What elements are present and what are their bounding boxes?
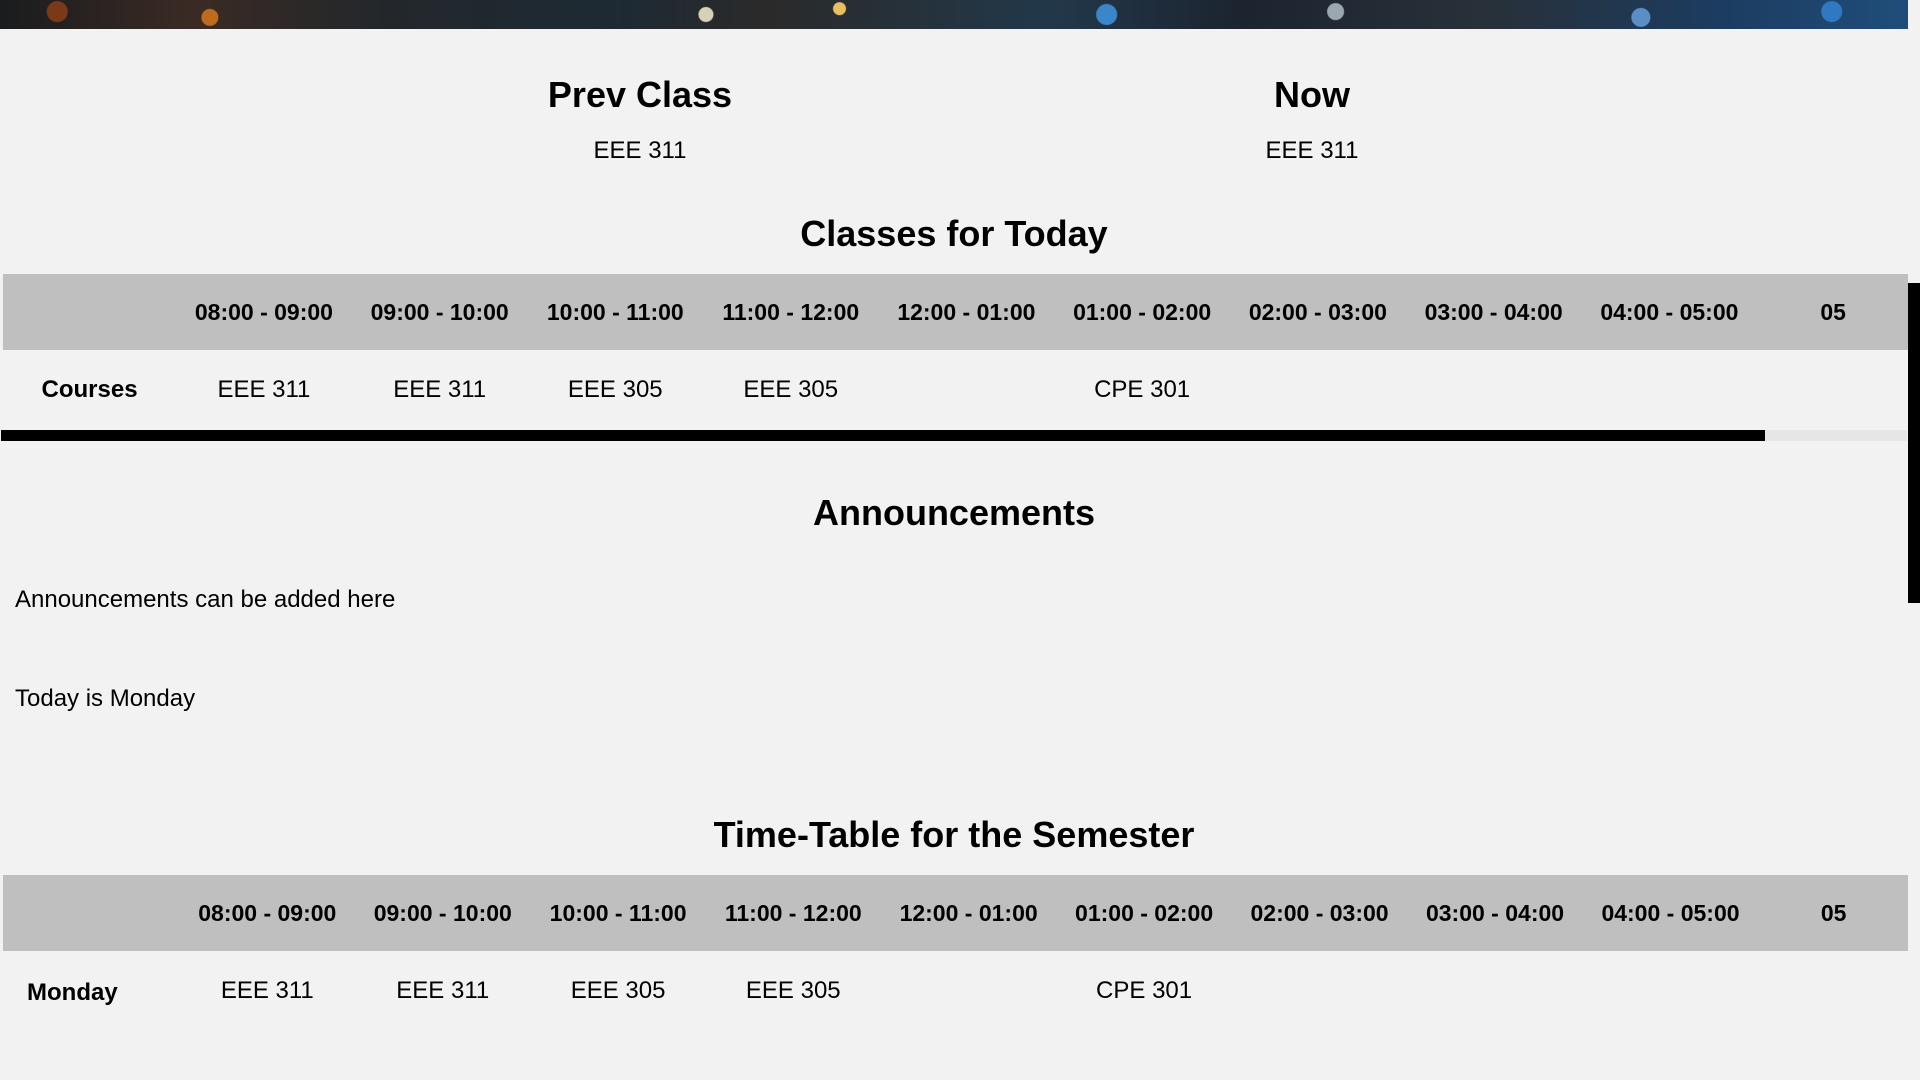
time-slot-header: 03:00 - 04:00 [1425,899,1565,926]
announcements-title: Announcements [812,492,1096,533]
course-cell: EEE 305 [745,977,841,1004]
semester-timetable-title: Time-Table for the Semester [713,814,1195,855]
table-corner-cell [3,875,180,951]
time-slot-header: 11:00 - 12:00 [724,899,862,926]
course-cell: EEE 305 [567,376,663,403]
semester-header-row: 08:00 - 09:00 09:00 - 10:00 10:00 - 11:0… [3,875,1909,951]
today-courses-row: Courses EEE 311 EEE 311 EEE 305 EEE 305 … [3,350,1909,430]
time-slot-header: 09:00 - 10:00 [373,899,512,926]
prev-class-column: Prev Class EEE 311 [440,29,840,165]
time-slot-header: 08:00 - 09:00 [198,899,337,926]
course-cell [1581,350,1757,430]
courses-row-label: Courses [41,376,138,403]
course-cell [1757,350,1909,430]
course-cell: CPE 301 [1094,376,1191,403]
day-row-label: Monday [27,979,118,1006]
course-cell [1407,951,1582,1031]
course-cell: EEE 311 [393,376,487,403]
horizontal-scrollbar-thumb[interactable] [1,430,1765,441]
time-slot-header: 05 [1820,298,1846,325]
classes-today-title: Classes for Today [800,213,1108,254]
time-slot-header: 10:00 - 11:00 [546,298,684,325]
time-slot-header: 04:00 - 05:00 [1601,899,1740,926]
time-slot-header: 11:00 - 12:00 [722,298,860,325]
now-column: Now EEE 311 [1112,29,1512,165]
course-cell [1230,350,1406,430]
time-slot-header: 12:00 - 01:00 [897,298,1036,325]
course-cell: EEE 311 [217,376,311,403]
time-slot-header: 10:00 - 11:00 [549,899,687,926]
time-slot-header: 04:00 - 05:00 [1600,298,1739,325]
prev-class-value: EEE 311 [593,137,687,164]
course-cell [878,350,1054,430]
time-slot-header: 01:00 - 02:00 [1075,899,1214,926]
main-content: Prev Class EEE 311 Now EEE 311 Classes f… [0,29,1909,1031]
today-header-row: 08:00 - 09:00 09:00 - 10:00 10:00 - 11:0… [3,274,1909,350]
time-slot-header: 08:00 - 09:00 [194,298,333,325]
now-heading: Now [1274,74,1350,115]
today-table-container[interactable]: 08:00 - 09:00 09:00 - 10:00 10:00 - 11:0… [3,274,1909,430]
today-table: 08:00 - 09:00 09:00 - 10:00 10:00 - 11:0… [3,274,1909,430]
today-table-horizontal-scrollbar[interactable] [1,430,1907,441]
time-slot-header: 12:00 - 01:00 [899,899,1038,926]
current-previous-section: Prev Class EEE 311 Now EEE 311 [0,29,1908,214]
time-slot-header: 02:00 - 03:00 [1250,899,1389,926]
semester-table: 08:00 - 09:00 09:00 - 10:00 10:00 - 11:0… [3,875,1909,1031]
semester-monday-row: Monday EEE 311 EEE 311 EEE 305 EEE 305 C… [3,951,1909,1031]
course-cell [1758,951,1909,1031]
course-cell [1406,350,1582,430]
course-cell: EEE 305 [570,977,666,1004]
course-cell [1583,951,1758,1031]
today-day-text: Today is Monday [15,685,196,712]
header-banner-image [0,0,1908,29]
time-slot-header: 01:00 - 02:00 [1073,298,1212,325]
vertical-scrollbar-thumb[interactable] [1908,283,1920,603]
semester-table-container[interactable]: 08:00 - 09:00 09:00 - 10:00 10:00 - 11:0… [3,875,1909,1031]
table-corner-cell [3,274,176,350]
course-cell: EEE 305 [743,376,839,403]
prev-class-heading: Prev Class [547,74,733,115]
course-cell [1232,951,1407,1031]
time-slot-header: 02:00 - 03:00 [1248,298,1387,325]
timetable-page: Prev Class EEE 311 Now EEE 311 Classes f… [0,0,1920,1080]
time-slot-header: 09:00 - 10:00 [370,298,509,325]
course-cell: EEE 311 [220,977,314,1004]
course-cell: CPE 301 [1096,977,1193,1004]
course-cell [881,951,1056,1031]
time-slot-header: 05 [1820,899,1847,926]
announcement-text: Announcements can be added here [15,586,396,613]
time-slot-header: 03:00 - 04:00 [1424,298,1563,325]
course-cell: EEE 311 [396,977,490,1004]
now-value: EEE 311 [1265,137,1359,164]
